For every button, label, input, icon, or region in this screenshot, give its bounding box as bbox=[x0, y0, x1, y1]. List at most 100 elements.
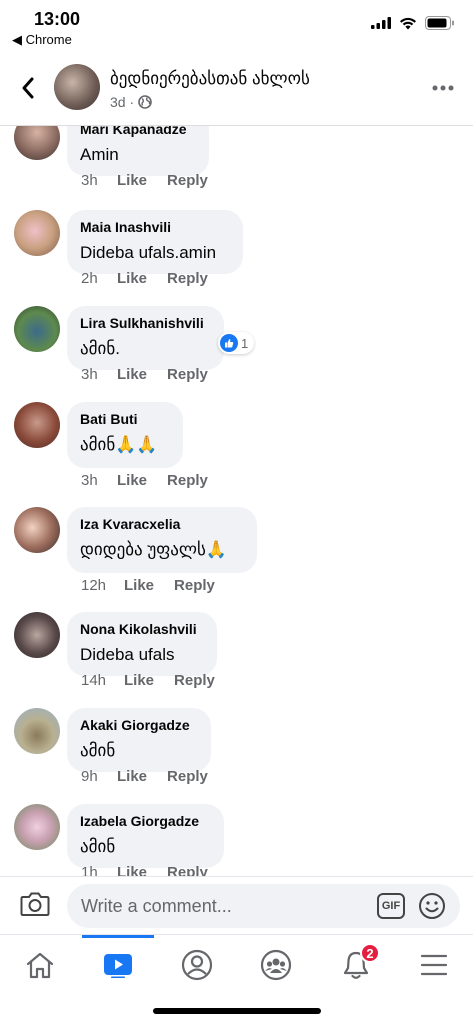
avatar[interactable] bbox=[14, 126, 60, 160]
video-play-icon bbox=[104, 954, 132, 978]
gif-button[interactable]: GIF bbox=[377, 893, 405, 919]
home-icon bbox=[26, 952, 54, 979]
reaction-summary[interactable]: 1 bbox=[218, 332, 255, 354]
comment-time[interactable]: 3h bbox=[81, 472, 117, 489]
reply-button[interactable]: Reply bbox=[167, 172, 208, 189]
avatar[interactable] bbox=[14, 507, 60, 553]
like-button[interactable]: Like bbox=[117, 366, 147, 383]
tab-profile[interactable] bbox=[177, 945, 217, 985]
comment-author[interactable]: Iza Kvaracxelia bbox=[80, 515, 244, 533]
tab-menu[interactable] bbox=[414, 945, 454, 985]
avatar[interactable] bbox=[14, 306, 60, 352]
comment-bubble[interactable]: Iza Kvaracxelia დიდება უფალს🙏 bbox=[67, 507, 257, 573]
comment-actions: 14h Like Reply bbox=[81, 672, 215, 689]
reaction-count: 1 bbox=[241, 335, 249, 351]
avatar[interactable] bbox=[14, 210, 60, 256]
comment-text: ამინ. bbox=[80, 339, 120, 358]
comment-time[interactable]: 1h bbox=[81, 864, 117, 876]
avatar[interactable] bbox=[14, 804, 60, 850]
comment-time[interactable]: 9h bbox=[81, 768, 117, 785]
status-icons bbox=[371, 16, 455, 30]
avatar[interactable] bbox=[14, 612, 60, 658]
signal-icon bbox=[371, 17, 391, 29]
emoji-button[interactable] bbox=[418, 892, 446, 920]
like-button[interactable]: Like bbox=[117, 864, 147, 876]
tab-groups[interactable] bbox=[256, 945, 296, 985]
tab-home[interactable] bbox=[20, 945, 60, 985]
comment-actions: 12h Like Reply bbox=[81, 577, 215, 594]
comment-actions: 3h Like Reply bbox=[81, 472, 208, 489]
reply-button[interactable]: Reply bbox=[167, 472, 208, 489]
wifi-icon bbox=[400, 17, 416, 29]
tab-watch[interactable] bbox=[98, 945, 138, 985]
comment-author[interactable]: Lira Sulkhanishvili bbox=[80, 314, 211, 332]
comment-actions: 3h Like Reply bbox=[81, 366, 208, 383]
comment-time[interactable]: 12h bbox=[81, 577, 124, 594]
comment-actions: 9h Like Reply bbox=[81, 768, 208, 785]
hamburger-menu-icon bbox=[420, 954, 448, 976]
comment-author[interactable]: Mari Kapanadze bbox=[80, 126, 196, 138]
comment-bubble[interactable]: Izabela Giorgadze ამინ bbox=[67, 804, 224, 868]
comment-author[interactable]: Akaki Giorgadze bbox=[80, 716, 198, 734]
comment-text: ამინ bbox=[80, 741, 116, 760]
comment-time[interactable]: 2h bbox=[81, 270, 117, 287]
comment-time[interactable]: 3h bbox=[81, 172, 117, 189]
comment-actions: 1h Like Reply bbox=[81, 864, 208, 876]
post-age: 3d · bbox=[110, 94, 135, 110]
more-options-button[interactable] bbox=[431, 76, 455, 100]
page-title[interactable]: ბედნიერებასთან ახლოს bbox=[110, 69, 310, 89]
camera-icon bbox=[20, 892, 50, 916]
reply-button[interactable]: Reply bbox=[167, 366, 208, 383]
comment-time[interactable]: 3h bbox=[81, 366, 117, 383]
avatar[interactable] bbox=[14, 402, 60, 448]
reply-button[interactable]: Reply bbox=[174, 577, 215, 594]
page-avatar[interactable] bbox=[54, 64, 100, 110]
status-time: 13:00 bbox=[34, 9, 81, 29]
like-button[interactable]: Like bbox=[117, 172, 147, 189]
reply-button[interactable]: Reply bbox=[167, 864, 208, 876]
more-dots-icon bbox=[432, 85, 454, 91]
like-button[interactable]: Like bbox=[124, 672, 154, 689]
comment-author[interactable]: Nona Kikolashvili bbox=[80, 620, 204, 638]
back-button[interactable] bbox=[14, 72, 42, 104]
comment-bubble[interactable]: Bati Buti ამინ🙏🙏 bbox=[67, 402, 183, 468]
like-button[interactable]: Like bbox=[117, 270, 147, 287]
battery-icon bbox=[425, 16, 454, 30]
comment-bubble[interactable]: Maia Inashvili Dideba ufals.amin bbox=[67, 210, 243, 274]
back-to-app-link[interactable]: ◀ Chrome bbox=[12, 32, 72, 48]
comment-bubble[interactable]: Nona Kikolashvili Dideba ufals bbox=[67, 612, 217, 676]
comment-actions: 2h Like Reply bbox=[81, 270, 208, 287]
profile-icon bbox=[181, 949, 213, 981]
avatar[interactable] bbox=[14, 708, 60, 754]
comment-text: Amin bbox=[80, 145, 119, 164]
like-button[interactable]: Like bbox=[124, 577, 154, 594]
smiley-icon bbox=[419, 893, 445, 919]
reply-button[interactable]: Reply bbox=[174, 672, 215, 689]
comment-time[interactable]: 14h bbox=[81, 672, 124, 689]
home-indicator[interactable] bbox=[153, 1008, 321, 1014]
comment-text: Dideba ufals.amin bbox=[80, 243, 217, 262]
comment-text: ამინ🙏🙏 bbox=[80, 435, 158, 454]
camera-button[interactable] bbox=[20, 891, 54, 921]
chevron-left-icon bbox=[22, 77, 34, 99]
like-button[interactable]: Like bbox=[117, 472, 147, 489]
post-header: ბედნიერებასთან ახლოს 3d · bbox=[0, 52, 473, 126]
reply-button[interactable]: Reply bbox=[167, 270, 208, 287]
comment-author[interactable]: Maia Inashvili bbox=[80, 218, 230, 236]
like-button[interactable]: Like bbox=[117, 768, 147, 785]
globe-icon bbox=[138, 95, 152, 109]
active-tab-indicator bbox=[82, 935, 154, 938]
comments-list: Mari Kapanadze Amin 3h Like Reply Maia I… bbox=[0, 126, 473, 876]
groups-icon bbox=[260, 949, 292, 981]
reply-button[interactable]: Reply bbox=[167, 768, 208, 785]
comment-bubble[interactable]: Lira Sulkhanishvili ამინ. bbox=[67, 306, 224, 370]
comment-text: ამინ bbox=[80, 837, 116, 856]
comment-author[interactable]: Bati Buti bbox=[80, 410, 170, 428]
comment-bubble[interactable]: Akaki Giorgadze ამინ bbox=[67, 708, 211, 772]
comment-author[interactable]: Izabela Giorgadze bbox=[80, 812, 211, 830]
post-meta: 3d · bbox=[110, 94, 152, 110]
tab-notifications[interactable]: 2 bbox=[336, 943, 380, 985]
notification-badge: 2 bbox=[360, 943, 380, 963]
comment-text: Dideba ufals bbox=[80, 645, 175, 664]
comment-bubble[interactable]: Mari Kapanadze Amin bbox=[67, 126, 209, 176]
